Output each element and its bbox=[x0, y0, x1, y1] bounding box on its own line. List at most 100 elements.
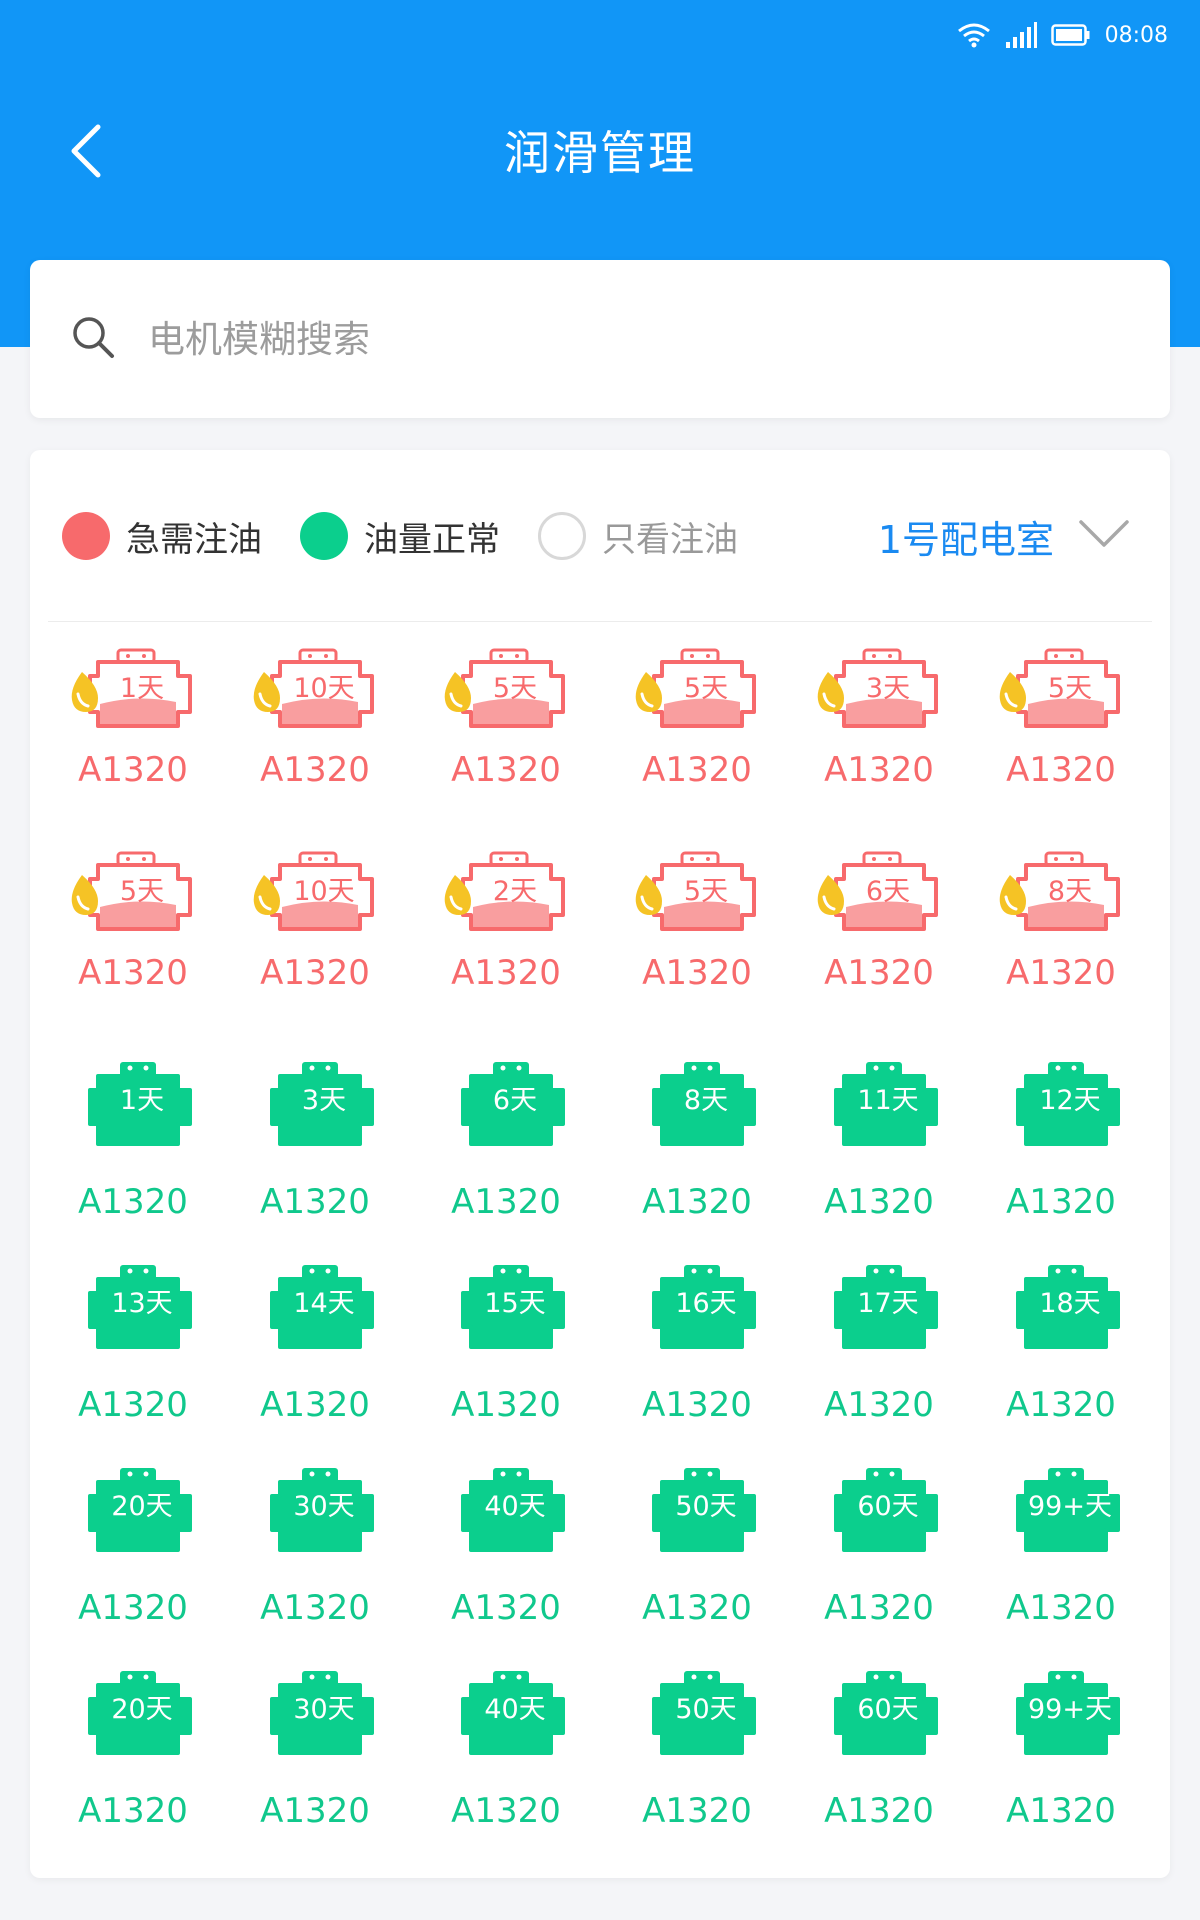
motor-days-label: 99+天 bbox=[1028, 1694, 1112, 1725]
motor-item[interactable]: 60天 A1320 bbox=[788, 1454, 970, 1657]
motor-item[interactable]: 6天 A1320 bbox=[406, 1048, 606, 1251]
motor-days-label: 17天 bbox=[857, 1288, 919, 1319]
motor-item[interactable]: 30天 A1320 bbox=[224, 1454, 406, 1657]
motor-item[interactable]: 30天 A1320 bbox=[224, 1657, 406, 1860]
motor-days-label: 12天 bbox=[1039, 1085, 1101, 1116]
motor-item[interactable]: 99+天 A1320 bbox=[970, 1657, 1152, 1860]
motor-days-label: 16天 bbox=[675, 1288, 737, 1319]
motor-item[interactable]: 11天 A1320 bbox=[788, 1048, 970, 1251]
motor-item[interactable]: 6天 A1320 bbox=[788, 845, 970, 1048]
motor-item[interactable]: 5天 A1320 bbox=[970, 642, 1152, 845]
motor-item[interactable]: 8天 A1320 bbox=[606, 1048, 788, 1251]
motor-oil-alert-icon: 8天 bbox=[996, 845, 1126, 945]
motor-id-label: A1320 bbox=[642, 1385, 752, 1425]
motor-item[interactable]: 18天 A1320 bbox=[970, 1251, 1152, 1454]
motor-id-label: A1320 bbox=[824, 1385, 934, 1425]
motor-item[interactable]: 40天 A1320 bbox=[406, 1657, 606, 1860]
motor-days-label: 18天 bbox=[1039, 1288, 1101, 1319]
motor-oil-alert-icon: 10天 bbox=[250, 642, 380, 742]
motor-item[interactable]: 3天 A1320 bbox=[224, 1048, 406, 1251]
motor-id-label: A1320 bbox=[78, 1588, 188, 1628]
motor-item[interactable]: 13天 A1320 bbox=[42, 1251, 224, 1454]
motor-icon: 50天 bbox=[632, 1466, 762, 1566]
motor-oil-alert-icon: 5天 bbox=[68, 845, 198, 945]
motor-days-label: 6天 bbox=[492, 1085, 538, 1116]
motor-item[interactable]: 20天 A1320 bbox=[42, 1454, 224, 1657]
motor-days-label: 30天 bbox=[293, 1694, 355, 1725]
motor-icon: 6天 bbox=[441, 1060, 571, 1160]
motor-icon: 17天 bbox=[814, 1263, 944, 1363]
motor-days-label: 50天 bbox=[675, 1694, 737, 1725]
status-bar: 08:08 bbox=[0, 0, 1200, 70]
motor-icon: 99+天 bbox=[996, 1466, 1126, 1566]
motor-days-label: 13天 bbox=[111, 1288, 173, 1319]
motor-item[interactable]: 16天 A1320 bbox=[606, 1251, 788, 1454]
motor-oil-alert-icon: 3天 bbox=[814, 642, 944, 742]
motor-item[interactable]: 5天 A1320 bbox=[42, 845, 224, 1048]
nav-bar: 润滑管理 bbox=[0, 90, 1200, 220]
motor-id-label: A1320 bbox=[78, 953, 188, 993]
motor-item[interactable]: 60天 A1320 bbox=[788, 1657, 970, 1860]
motor-item[interactable]: 12天 A1320 bbox=[970, 1048, 1152, 1251]
motor-oil-alert-icon: 2天 bbox=[441, 845, 571, 945]
search-icon bbox=[70, 314, 116, 364]
motor-item[interactable]: 5天 A1320 bbox=[606, 845, 788, 1048]
motor-days-label: 2天 bbox=[492, 876, 538, 907]
normal-label: 油量正常 bbox=[364, 519, 500, 560]
motor-id-label: A1320 bbox=[824, 1588, 934, 1628]
motor-id-label: A1320 bbox=[260, 953, 370, 993]
motor-item[interactable]: 1天 A1320 bbox=[42, 1048, 224, 1251]
motor-id-label: A1320 bbox=[78, 750, 188, 790]
motor-icon: 30天 bbox=[250, 1466, 380, 1566]
motor-days-label: 5天 bbox=[683, 876, 729, 907]
motor-days-label: 1天 bbox=[119, 673, 165, 704]
legend-urgent: 急需注油 bbox=[62, 512, 262, 561]
motor-item[interactable]: 17天 A1320 bbox=[788, 1251, 970, 1454]
motor-item[interactable]: 3天 A1320 bbox=[788, 642, 970, 845]
motor-id-label: A1320 bbox=[1006, 1385, 1116, 1425]
motor-id-label: A1320 bbox=[451, 750, 561, 790]
motor-icon: 40天 bbox=[441, 1466, 571, 1566]
motor-item[interactable]: 8天 A1320 bbox=[970, 845, 1152, 1048]
motor-days-label: 5天 bbox=[119, 876, 165, 907]
motor-item[interactable]: 99+天 A1320 bbox=[970, 1454, 1152, 1657]
search-input[interactable] bbox=[148, 317, 1048, 361]
motor-item[interactable]: 10天 A1320 bbox=[224, 642, 406, 845]
motor-item[interactable]: 10天 A1320 bbox=[224, 845, 406, 1048]
motor-item[interactable]: 50天 A1320 bbox=[606, 1454, 788, 1657]
motor-item[interactable]: 20天 A1320 bbox=[42, 1657, 224, 1860]
motor-id-label: A1320 bbox=[1006, 1182, 1116, 1222]
motor-id-label: A1320 bbox=[260, 1182, 370, 1222]
motor-days-label: 14天 bbox=[293, 1288, 355, 1319]
motor-item[interactable]: 5天 A1320 bbox=[406, 642, 606, 845]
motor-days-label: 5天 bbox=[683, 673, 729, 704]
motor-item[interactable]: 5天 A1320 bbox=[606, 642, 788, 845]
motor-item[interactable]: 40天 A1320 bbox=[406, 1454, 606, 1657]
motor-oil-alert-icon: 5天 bbox=[441, 642, 571, 742]
motor-days-label: 40天 bbox=[484, 1694, 546, 1725]
motor-id-label: A1320 bbox=[260, 750, 370, 790]
motor-item[interactable]: 1天 A1320 bbox=[42, 642, 224, 845]
motor-item[interactable]: 14天 A1320 bbox=[224, 1251, 406, 1454]
motor-item[interactable]: 2天 A1320 bbox=[406, 845, 606, 1048]
motor-id-label: A1320 bbox=[260, 1791, 370, 1831]
motor-item[interactable]: 15天 A1320 bbox=[406, 1251, 606, 1454]
motor-icon: 50天 bbox=[632, 1669, 762, 1769]
motor-id-label: A1320 bbox=[260, 1588, 370, 1628]
urgent-label: 急需注油 bbox=[126, 519, 262, 560]
motor-icon: 8天 bbox=[632, 1060, 762, 1160]
motor-icon: 20天 bbox=[68, 1669, 198, 1769]
motor-grid: 1天 A1320 10天 A1320 5天 A1320 5天 A1320 3天 A1320 5天 A1… bbox=[30, 642, 1170, 1860]
page-title: 润滑管理 bbox=[504, 126, 696, 180]
motor-id-label: A1320 bbox=[260, 1385, 370, 1425]
motor-item[interactable]: 50天 A1320 bbox=[606, 1657, 788, 1860]
only-oil-toggle[interactable]: 只看注油 bbox=[538, 512, 738, 561]
radio-icon[interactable] bbox=[538, 512, 586, 560]
motor-days-label: 6天 bbox=[865, 876, 911, 907]
motor-id-label: A1320 bbox=[451, 953, 561, 993]
room-dropdown[interactable]: 1号配电室 bbox=[878, 505, 1130, 567]
motor-oil-alert-icon: 1天 bbox=[68, 642, 198, 742]
motor-oil-alert-icon: 5天 bbox=[996, 642, 1126, 742]
motor-id-label: A1320 bbox=[78, 1182, 188, 1222]
motor-id-label: A1320 bbox=[451, 1385, 561, 1425]
